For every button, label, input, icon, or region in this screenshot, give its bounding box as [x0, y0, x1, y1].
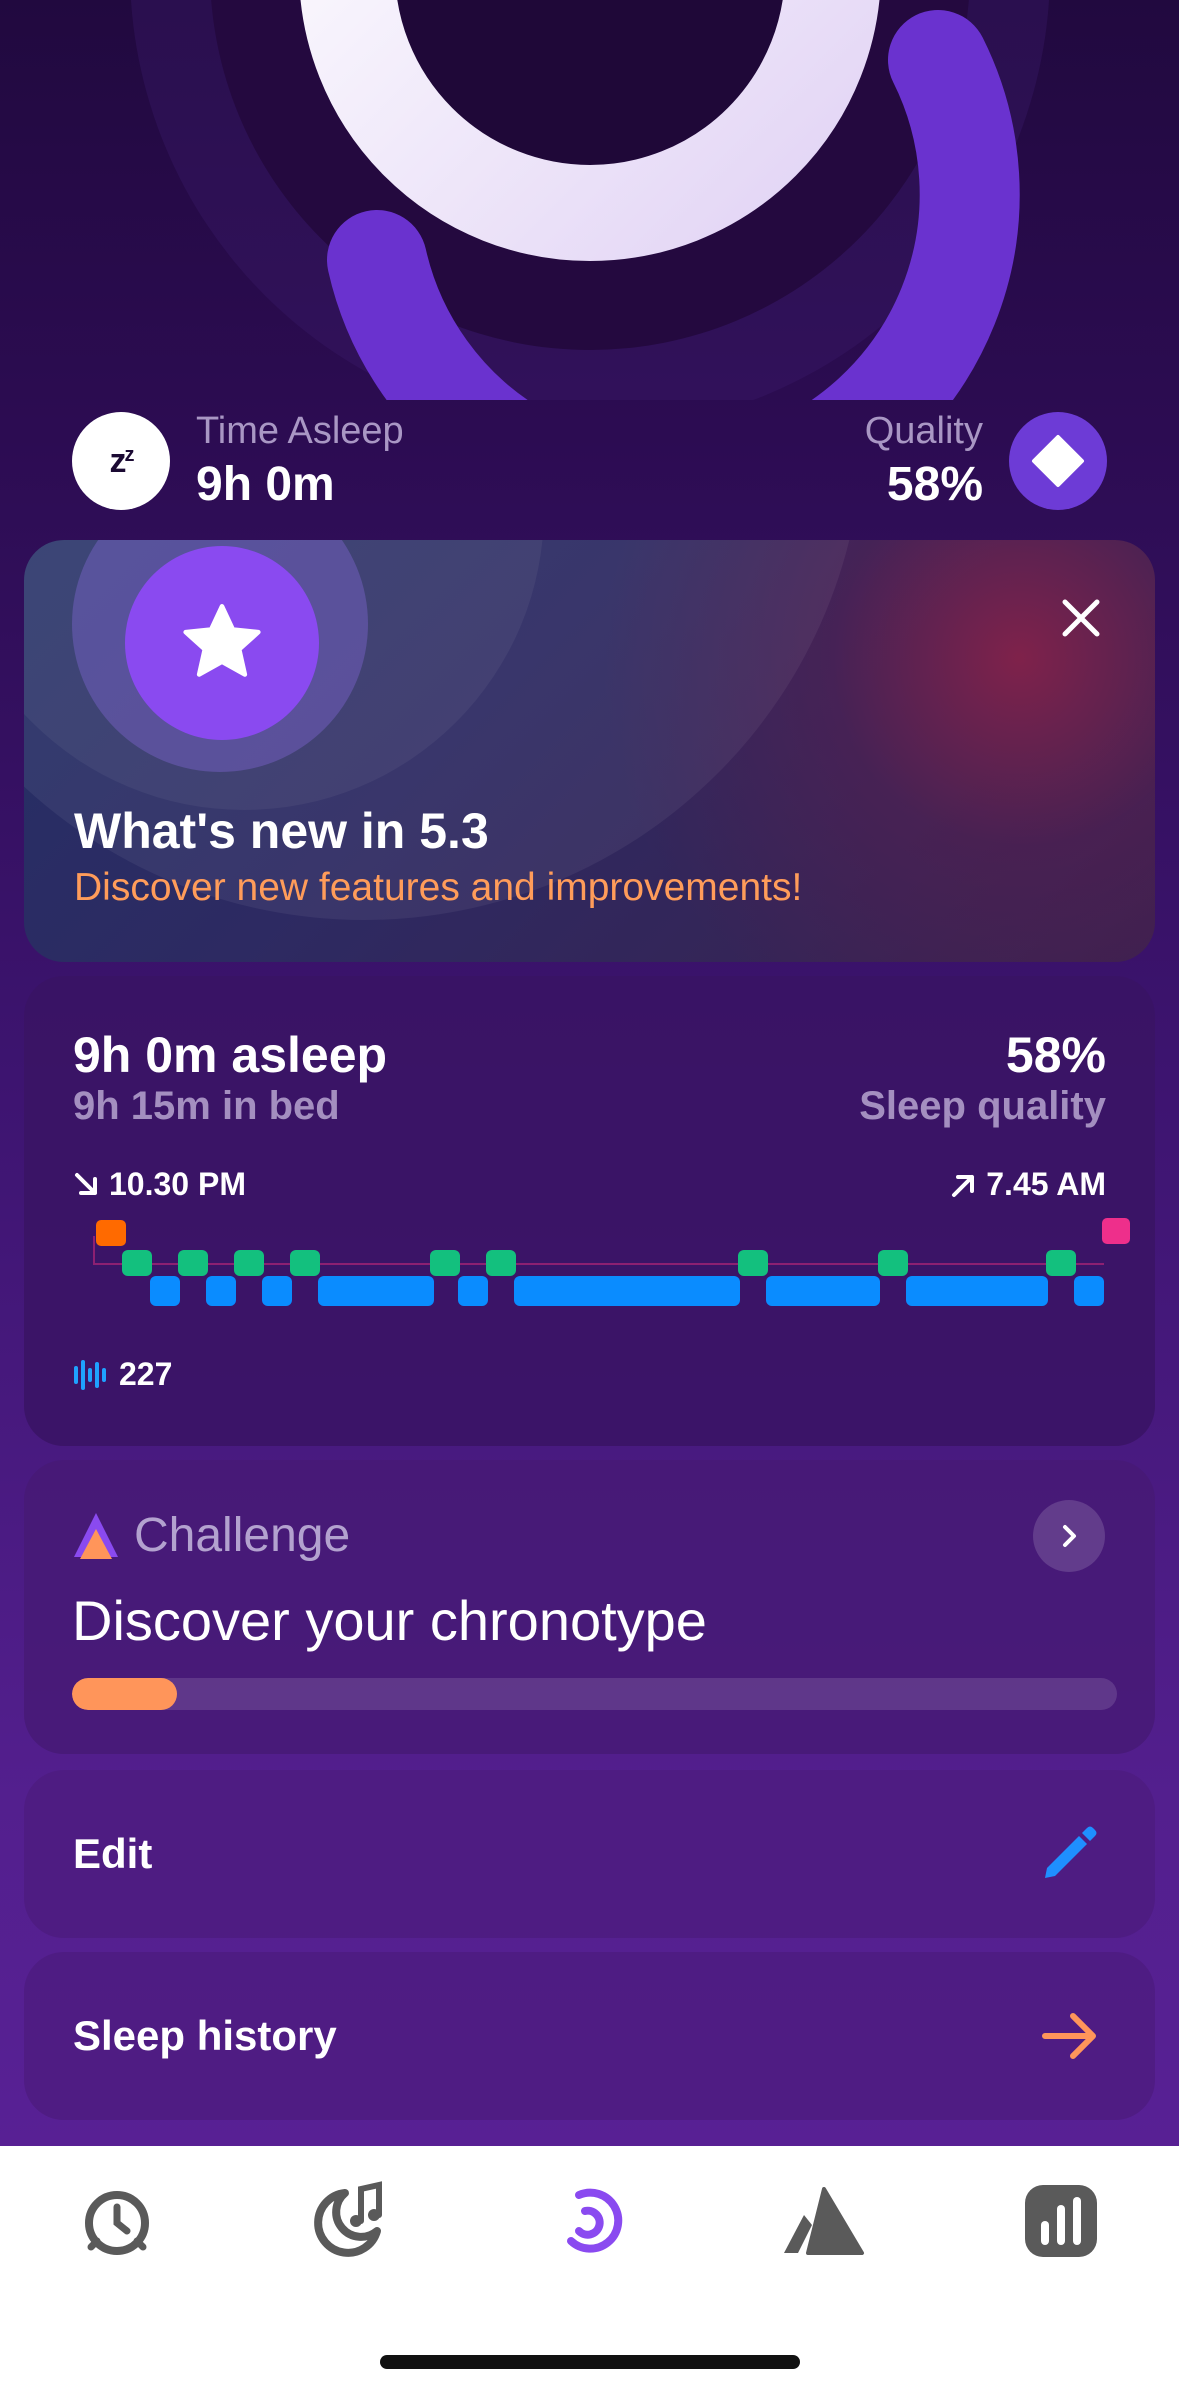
challenge-triangle-icon	[74, 1512, 118, 1559]
challenge-card[interactable]: Challenge Discover your chronotype	[24, 1460, 1155, 1754]
edit-row[interactable]: Edit	[24, 1770, 1155, 1938]
challenge-title: Discover your chronotype	[72, 1589, 707, 1652]
time-asleep-value: 9h 0m	[196, 458, 335, 511]
snore-count: 227	[73, 1356, 172, 1393]
sound-wave-icon	[74, 1359, 106, 1390]
sleep-history-row[interactable]: Sleep history	[24, 1952, 1155, 2120]
challenge-progress-bar	[72, 1678, 1117, 1710]
sleep-phase-graph	[64, 1208, 1134, 1353]
in-bed-duration: 9h 15m in bed	[73, 1084, 340, 1128]
quality-label: Quality	[864, 410, 983, 452]
whats-new-subtitle: Discover new features and improvements!	[74, 866, 803, 909]
tab-statistics[interactable]	[1016, 2176, 1106, 2266]
pencil-icon	[1035, 1820, 1103, 1888]
edit-label: Edit	[73, 1830, 153, 1877]
stats-icon	[1025, 2185, 1097, 2257]
sleep-summary-header: zz Time Asleep 9h 0m Quality 58%	[72, 410, 1107, 511]
quality-value: 58%	[886, 458, 983, 511]
zz-icon: zz	[72, 412, 170, 510]
alarm-clock-icon	[85, 2191, 149, 2255]
sleep-session-card[interactable]: 9h 0m asleep 9h 15m in bed 58% Sleep qua…	[24, 976, 1155, 1446]
whats-new-title: What's new in 5.3	[74, 803, 489, 859]
wake-time: 7.45 AM	[950, 1166, 1106, 1203]
snore-count-value: 227	[119, 1356, 173, 1392]
bedtime-label: 10.30 PM	[109, 1166, 246, 1202]
challenge-label: Challenge	[134, 1509, 351, 1562]
challenge-progress-fill	[72, 1678, 177, 1710]
bedtime: 10.30 PM	[73, 1166, 246, 1203]
mountain-icon	[784, 2187, 864, 2255]
sleep-history-label: Sleep history	[73, 2012, 337, 2059]
tab-alarm[interactable]	[72, 2176, 162, 2266]
home-indicator[interactable]	[380, 2355, 800, 2369]
tab-sleep-aid[interactable]	[306, 2176, 396, 2266]
sleep-quality-value: 58%	[1005, 1027, 1106, 1083]
sleep-ring	[0, 0, 1179, 400]
tab-sleep[interactable]	[544, 2176, 634, 2266]
moon-music-icon	[314, 2181, 382, 2257]
time-asleep-label: Time Asleep	[196, 410, 404, 452]
wake-time-label: 7.45 AM	[986, 1166, 1106, 1202]
tab-challenges[interactable]	[778, 2176, 868, 2266]
arrow-right-icon	[1035, 2002, 1103, 2070]
chevron-right-icon[interactable]	[1033, 1500, 1105, 1572]
arrow-up-right-icon	[952, 1174, 975, 1197]
asleep-duration: 9h 0m asleep	[73, 1027, 388, 1083]
arrow-down-right-icon	[75, 1172, 97, 1195]
star-icon	[125, 546, 319, 740]
sleep-ring-icon	[567, 2188, 623, 2253]
close-icon[interactable]	[1059, 596, 1103, 640]
diamond-icon	[1009, 412, 1107, 510]
sleep-quality-label: Sleep quality	[859, 1084, 1106, 1128]
whats-new-card[interactable]: What's new in 5.3 Discover new features …	[24, 540, 1155, 962]
